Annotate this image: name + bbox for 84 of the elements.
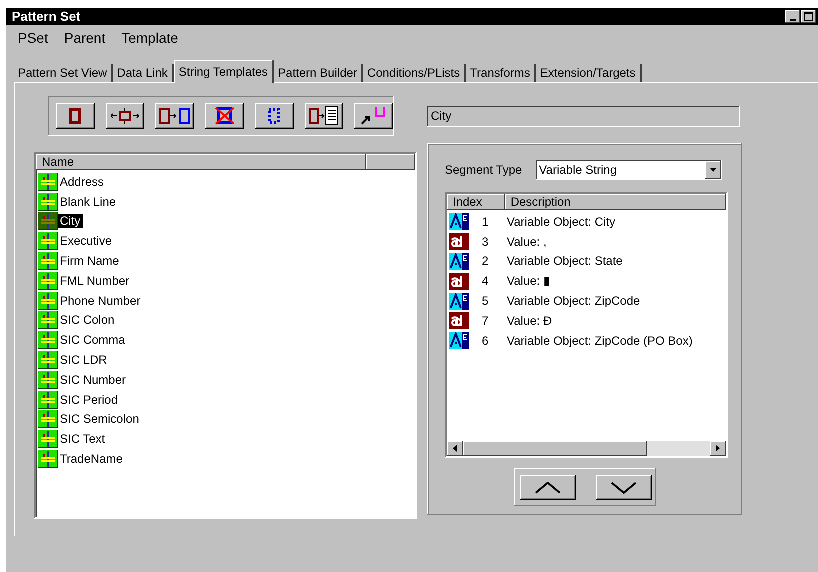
segment-type-dropdown[interactable]: Variable String <box>536 160 722 180</box>
index-cell-text: 5 <box>481 294 490 308</box>
list-item[interactable]: Address <box>58 174 106 189</box>
field-label: Segment Type <box>445 163 522 177</box>
template-icon <box>38 370 58 389</box>
right-arrow-icon <box>716 445 720 452</box>
template-icon <box>38 331 58 350</box>
variable-icon <box>449 213 469 230</box>
template-icon <box>38 192 58 211</box>
menu-item[interactable]: PSet <box>18 30 48 50</box>
minimize-button[interactable] <box>785 10 800 23</box>
dotted-segment-icon <box>268 108 280 124</box>
dropdown-arrow-icon <box>710 168 717 172</box>
description-cell: Value: , <box>507 234 547 249</box>
list-item[interactable]: Phone Number <box>58 294 143 308</box>
menu-item[interactable]: Template <box>122 30 178 50</box>
list-item[interactable]: Executive <box>58 234 114 248</box>
segment-icon <box>69 108 82 124</box>
template-icon <box>38 292 58 310</box>
list-item[interactable]: City <box>58 214 83 228</box>
description-cell: Variable Object: ZipCode <box>507 294 640 308</box>
toolbar-button[interactable] <box>205 103 244 129</box>
template-icon <box>38 232 58 250</box>
index-cell-text: 4 <box>481 274 490 288</box>
template-icon <box>38 410 58 428</box>
template-icon <box>38 212 58 230</box>
segment-to-list-icon <box>308 106 339 126</box>
column-header[interactable]: Name <box>36 154 366 170</box>
template-icon <box>38 351 58 370</box>
variable-icon <box>449 252 469 270</box>
chevron-down-icon <box>611 482 637 494</box>
list-item[interactable]: SIC Semicolon <box>58 412 142 426</box>
variable-icon <box>449 332 469 350</box>
insert-segment-icon <box>360 106 388 126</box>
toolbar-button[interactable] <box>354 103 394 129</box>
description-cell: Variable Object: State <box>507 254 623 268</box>
move-down-button[interactable] <box>596 475 652 500</box>
menu-item[interactable]: Parent <box>64 30 106 50</box>
left-arrow-icon <box>453 445 457 452</box>
index-cell-text: 3 <box>481 234 490 249</box>
toolbar-button[interactable] <box>254 103 294 129</box>
list-item[interactable]: TradeName <box>58 452 125 466</box>
description-cell: Value: Đ <box>507 314 552 328</box>
description-cell: Variable Object: City <box>507 214 616 229</box>
template-icon <box>38 172 58 191</box>
index-cell-text: 2 <box>481 254 490 268</box>
column-header[interactable] <box>366 154 415 170</box>
index-cell-text: 7 <box>481 314 490 328</box>
delete-segment-icon <box>214 107 235 125</box>
toolbar-button[interactable] <box>56 103 95 129</box>
list-item[interactable]: SIC Period <box>58 392 120 407</box>
list-item[interactable]: SIC Colon <box>58 313 117 328</box>
template-name-field[interactable]: City <box>427 106 740 127</box>
template-icon <box>38 390 58 409</box>
toolbar-button[interactable] <box>304 103 344 129</box>
index-cell-text: 1 <box>481 214 490 229</box>
column-header[interactable]: Index <box>447 194 505 210</box>
window-title: Pattern Set <box>12 9 81 24</box>
variable-icon <box>449 292 469 310</box>
move-up-button[interactable] <box>520 475 576 500</box>
template-icon <box>38 450 58 468</box>
chevron-up-icon <box>535 482 561 494</box>
horizontal-scrollbar[interactable] <box>447 441 726 456</box>
maximize-button[interactable] <box>801 10 816 23</box>
template-icon <box>38 430 58 448</box>
column-header[interactable]: Description <box>504 194 726 210</box>
list-item[interactable]: SIC Text <box>58 432 108 446</box>
index-cell-text: 6 <box>481 334 490 348</box>
template-icon <box>38 311 58 330</box>
description-cell: Value: ▮ <box>507 274 550 288</box>
list-item[interactable]: FML Number <box>58 274 132 288</box>
toolbar-button[interactable] <box>155 103 194 129</box>
list-item[interactable]: SIC Number <box>58 372 128 387</box>
list-item[interactable]: SIC Comma <box>58 333 128 348</box>
list-item[interactable]: SIC LDR <box>58 353 110 368</box>
tab[interactable]: String Templates <box>174 60 274 83</box>
list-item[interactable]: Blank Line <box>58 194 118 209</box>
template-icon <box>38 272 58 290</box>
split-segment-icon <box>111 108 140 124</box>
template-icon <box>38 252 58 270</box>
list-item[interactable]: Firm Name <box>58 254 122 268</box>
toolbar-button[interactable] <box>106 103 144 129</box>
convert-segment-icon <box>158 108 191 124</box>
description-cell: Variable Object: ZipCode (PO Box) <box>507 334 693 348</box>
